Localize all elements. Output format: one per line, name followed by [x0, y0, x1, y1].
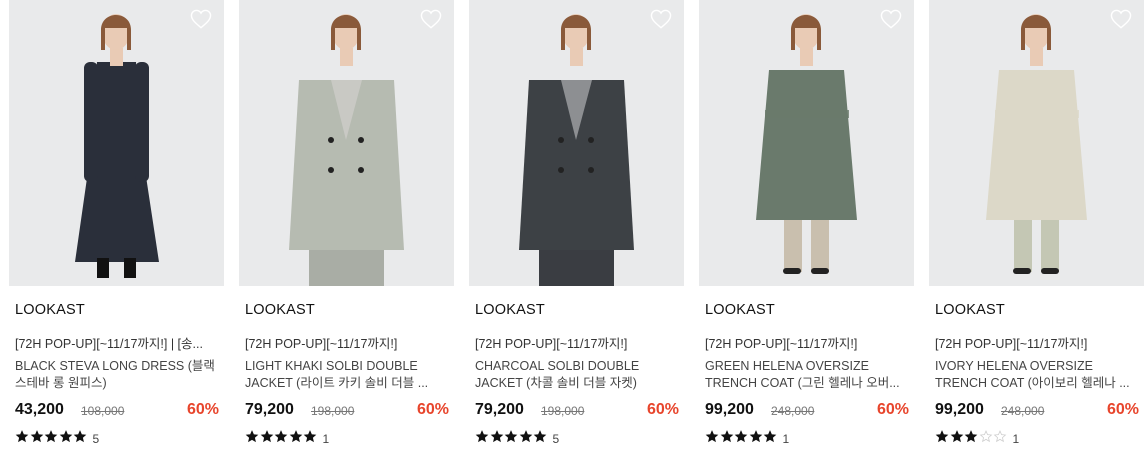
brand-name[interactable]: LOOKAST — [245, 302, 315, 318]
discount-rate: 60% — [186, 401, 219, 418]
star-filled-icon — [964, 430, 979, 448]
star-empty-icon — [979, 430, 994, 448]
brand-name[interactable]: LOOKAST — [475, 302, 545, 318]
star-filled-icon — [289, 430, 304, 448]
star-empty-icon — [993, 430, 1008, 448]
star-rating: 1 — [935, 430, 1019, 448]
discount-rate: 60% — [876, 401, 909, 418]
heart-wishlist-icon[interactable] — [190, 9, 212, 29]
star-filled-icon — [490, 430, 505, 448]
review-count: 5 — [92, 432, 100, 446]
brand-name[interactable]: LOOKAST — [705, 302, 775, 318]
star-rating: 5 — [15, 430, 99, 448]
star-filled-icon — [274, 430, 289, 448]
star-filled-icon — [504, 430, 519, 448]
original-price: 248,000 — [1001, 404, 1045, 418]
star-filled-icon — [15, 430, 30, 448]
promo-label: [72H POP-UP][~11/17까지!] — [475, 337, 628, 351]
product-image[interactable] — [9, 0, 224, 286]
promo-label: [72H POP-UP][~11/17까지!] — [705, 337, 858, 351]
product-image[interactable] — [699, 0, 914, 286]
product-card[interactable]: LOOKAST [72H POP-UP][~11/17까지!] LIGHT KHAK… — [239, 0, 454, 470]
discount-rate: 60% — [646, 401, 679, 418]
original-price: 108,000 — [81, 404, 125, 418]
brand-name[interactable]: LOOKAST — [15, 302, 85, 318]
discount-rate: 60% — [1106, 401, 1139, 418]
star-filled-icon — [44, 430, 59, 448]
sale-price: 43,200 — [15, 401, 64, 418]
star-filled-icon — [720, 430, 735, 448]
review-count: 5 — [552, 432, 560, 446]
brand-name[interactable]: LOOKAST — [935, 302, 1005, 318]
star-filled-icon — [260, 430, 275, 448]
sale-price: 99,200 — [935, 401, 984, 418]
product-card[interactable]: LOOKAST [72H POP-UP][~11/17까지!] GREEN HELE… — [699, 0, 914, 470]
star-filled-icon — [303, 430, 318, 448]
original-price: 198,000 — [541, 404, 585, 418]
star-filled-icon — [763, 430, 778, 448]
product-name[interactable]: BLACK STEVA LONG DRESS (블랙 스테바 롱 원피스) — [15, 358, 215, 392]
star-rating: 1 — [705, 430, 789, 448]
promo-label: [72H POP-UP][~11/17까지!] | [송... — [15, 337, 203, 351]
review-count: 1 — [322, 432, 330, 446]
promo-label: [72H POP-UP][~11/17까지!] — [935, 337, 1088, 351]
sale-price: 79,200 — [475, 401, 524, 418]
sale-price: 99,200 — [705, 401, 754, 418]
product-image[interactable] — [239, 0, 454, 286]
star-filled-icon — [749, 430, 764, 448]
heart-wishlist-icon[interactable] — [650, 9, 672, 29]
discount-rate: 60% — [416, 401, 449, 418]
star-rating: 5 — [475, 430, 559, 448]
star-filled-icon — [533, 430, 548, 448]
star-filled-icon — [935, 430, 950, 448]
product-image[interactable] — [929, 0, 1144, 286]
sale-price: 79,200 — [245, 401, 294, 418]
product-name[interactable]: LIGHT KHAKI SOLBI DOUBLE JACKET (라이트 카키 … — [245, 358, 445, 392]
product-card[interactable]: LOOKAST [72H POP-UP][~11/17까지!] | [송... BL… — [9, 0, 224, 470]
product-name[interactable]: IVORY HELENA OVERSIZE TRENCH COAT (아이보리 … — [935, 358, 1135, 392]
star-filled-icon — [519, 430, 534, 448]
star-filled-icon — [475, 430, 490, 448]
star-filled-icon — [950, 430, 965, 448]
heart-wishlist-icon[interactable] — [1110, 9, 1132, 29]
product-name[interactable]: GREEN HELENA OVERSIZE TRENCH COAT (그린 헬레… — [705, 358, 905, 392]
heart-wishlist-icon[interactable] — [880, 9, 902, 29]
product-name[interactable]: CHARCOAL SOLBI DOUBLE JACKET (차콜 솔비 더블 자… — [475, 358, 675, 392]
review-count: 1 — [782, 432, 790, 446]
heart-wishlist-icon[interactable] — [420, 9, 442, 29]
star-filled-icon — [30, 430, 45, 448]
review-count: 1 — [1012, 432, 1020, 446]
star-filled-icon — [705, 430, 720, 448]
star-filled-icon — [59, 430, 74, 448]
product-card[interactable]: LOOKAST [72H POP-UP][~11/17까지!] IVORY HELE… — [929, 0, 1144, 470]
original-price: 248,000 — [771, 404, 815, 418]
promo-label: [72H POP-UP][~11/17까지!] — [245, 337, 398, 351]
star-filled-icon — [734, 430, 749, 448]
product-card[interactable]: LOOKAST [72H POP-UP][~11/17까지!] CHARCOAL S… — [469, 0, 684, 470]
star-filled-icon — [245, 430, 260, 448]
product-grid: LOOKAST [72H POP-UP][~11/17까지!] | [송... BL… — [0, 0, 1144, 470]
original-price: 198,000 — [311, 404, 355, 418]
star-rating: 1 — [245, 430, 329, 448]
product-image[interactable] — [469, 0, 684, 286]
star-filled-icon — [73, 430, 88, 448]
